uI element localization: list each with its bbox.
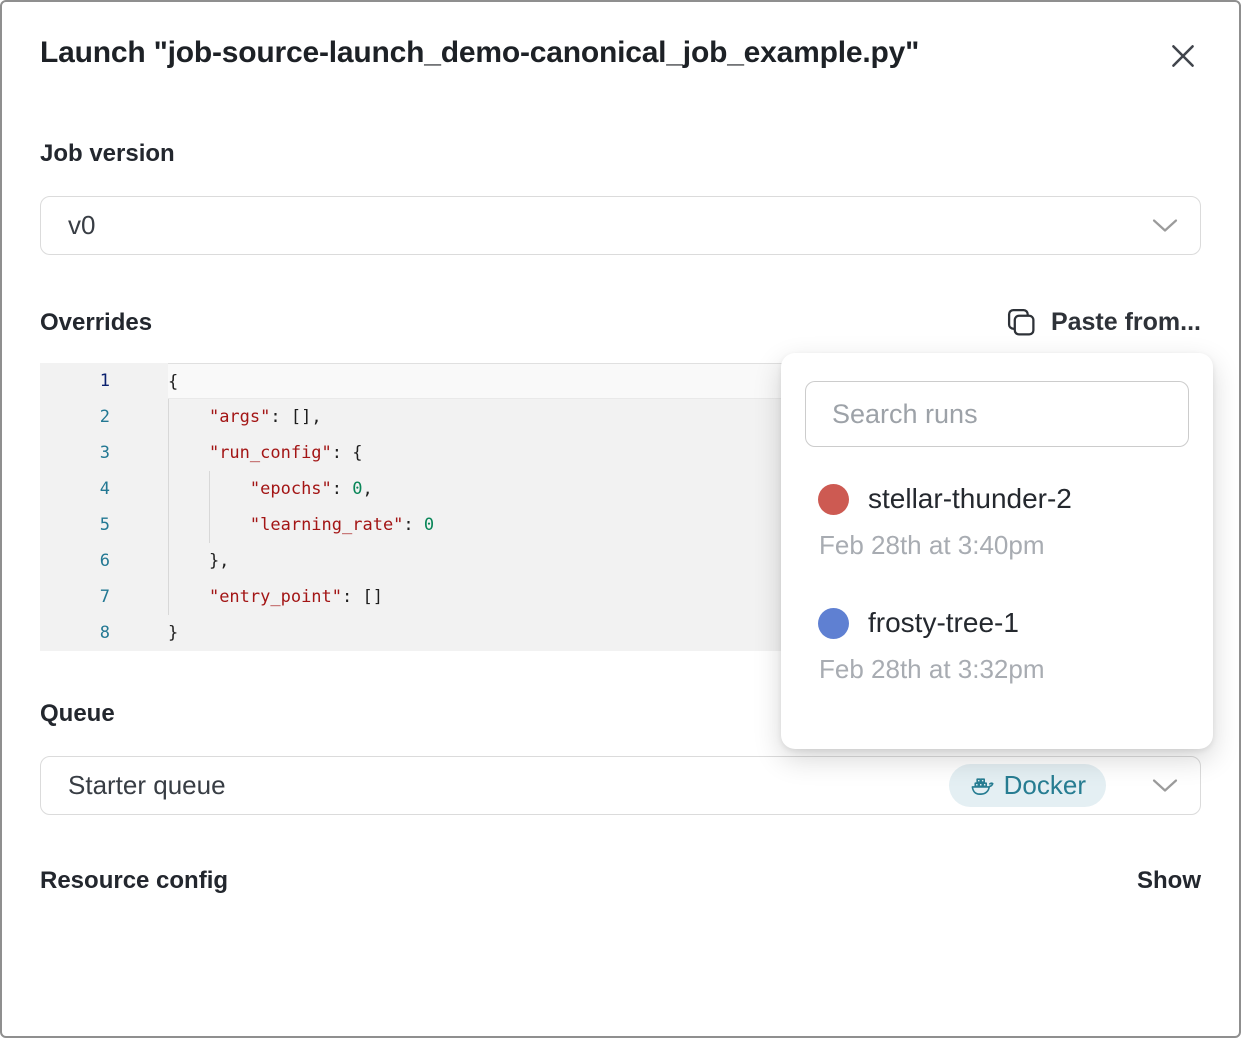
run-color-dot [818, 608, 849, 639]
launch-job-modal: Launch "job-source-launch_demo-canonical… [0, 0, 1241, 1038]
copy-icon [1006, 307, 1037, 338]
docker-badge: Docker [949, 764, 1106, 807]
line-number: 5 [40, 507, 168, 543]
run-list-item[interactable]: stellar-thunder-2 Feb 28th at 3:40pm [805, 483, 1189, 561]
docker-icon [969, 774, 994, 797]
show-resource-config-button[interactable]: Show [1137, 867, 1201, 895]
run-color-dot [818, 484, 849, 515]
indent-guide [209, 471, 210, 543]
line-number: 2 [40, 399, 168, 435]
docker-badge-label: Docker [1004, 770, 1086, 801]
paste-from-button[interactable]: Paste from... [1006, 307, 1201, 338]
modal-title: Launch "job-source-launch_demo-canonical… [40, 36, 919, 70]
line-number: 4 [40, 471, 168, 507]
modal-header: Launch "job-source-launch_demo-canonical… [40, 36, 1201, 74]
line-number: 7 [40, 579, 168, 615]
job-version-select[interactable]: v0 [40, 196, 1201, 255]
run-name: stellar-thunder-2 [868, 483, 1072, 515]
job-version-value: v0 [68, 210, 95, 241]
resource-config-label: Resource config [40, 867, 228, 895]
overrides-label: Overrides [40, 309, 152, 337]
run-name: frosty-tree-1 [868, 607, 1019, 639]
queue-select[interactable]: Starter queue Docker [40, 756, 1201, 815]
job-version-label: Job version [40, 140, 1201, 168]
paste-from-label: Paste from... [1051, 308, 1201, 337]
paste-from-runs-popup: stellar-thunder-2 Feb 28th at 3:40pm fro… [781, 353, 1213, 749]
search-runs-input[interactable] [805, 381, 1189, 447]
indent-guide [168, 399, 169, 615]
close-button[interactable] [1165, 38, 1201, 74]
line-number: 6 [40, 543, 168, 579]
run-list-item[interactable]: frosty-tree-1 Feb 28th at 3:32pm [805, 607, 1189, 685]
run-date: Feb 28th at 3:32pm [819, 654, 1189, 685]
run-date: Feb 28th at 3:40pm [819, 530, 1189, 561]
queue-value: Starter queue [68, 770, 226, 801]
chevron-down-icon [1152, 218, 1178, 234]
chevron-down-icon [1152, 778, 1178, 794]
line-number: 8 [40, 615, 168, 651]
line-number: 3 [40, 435, 168, 471]
close-icon [1167, 40, 1199, 72]
line-number: 1 [40, 363, 168, 399]
